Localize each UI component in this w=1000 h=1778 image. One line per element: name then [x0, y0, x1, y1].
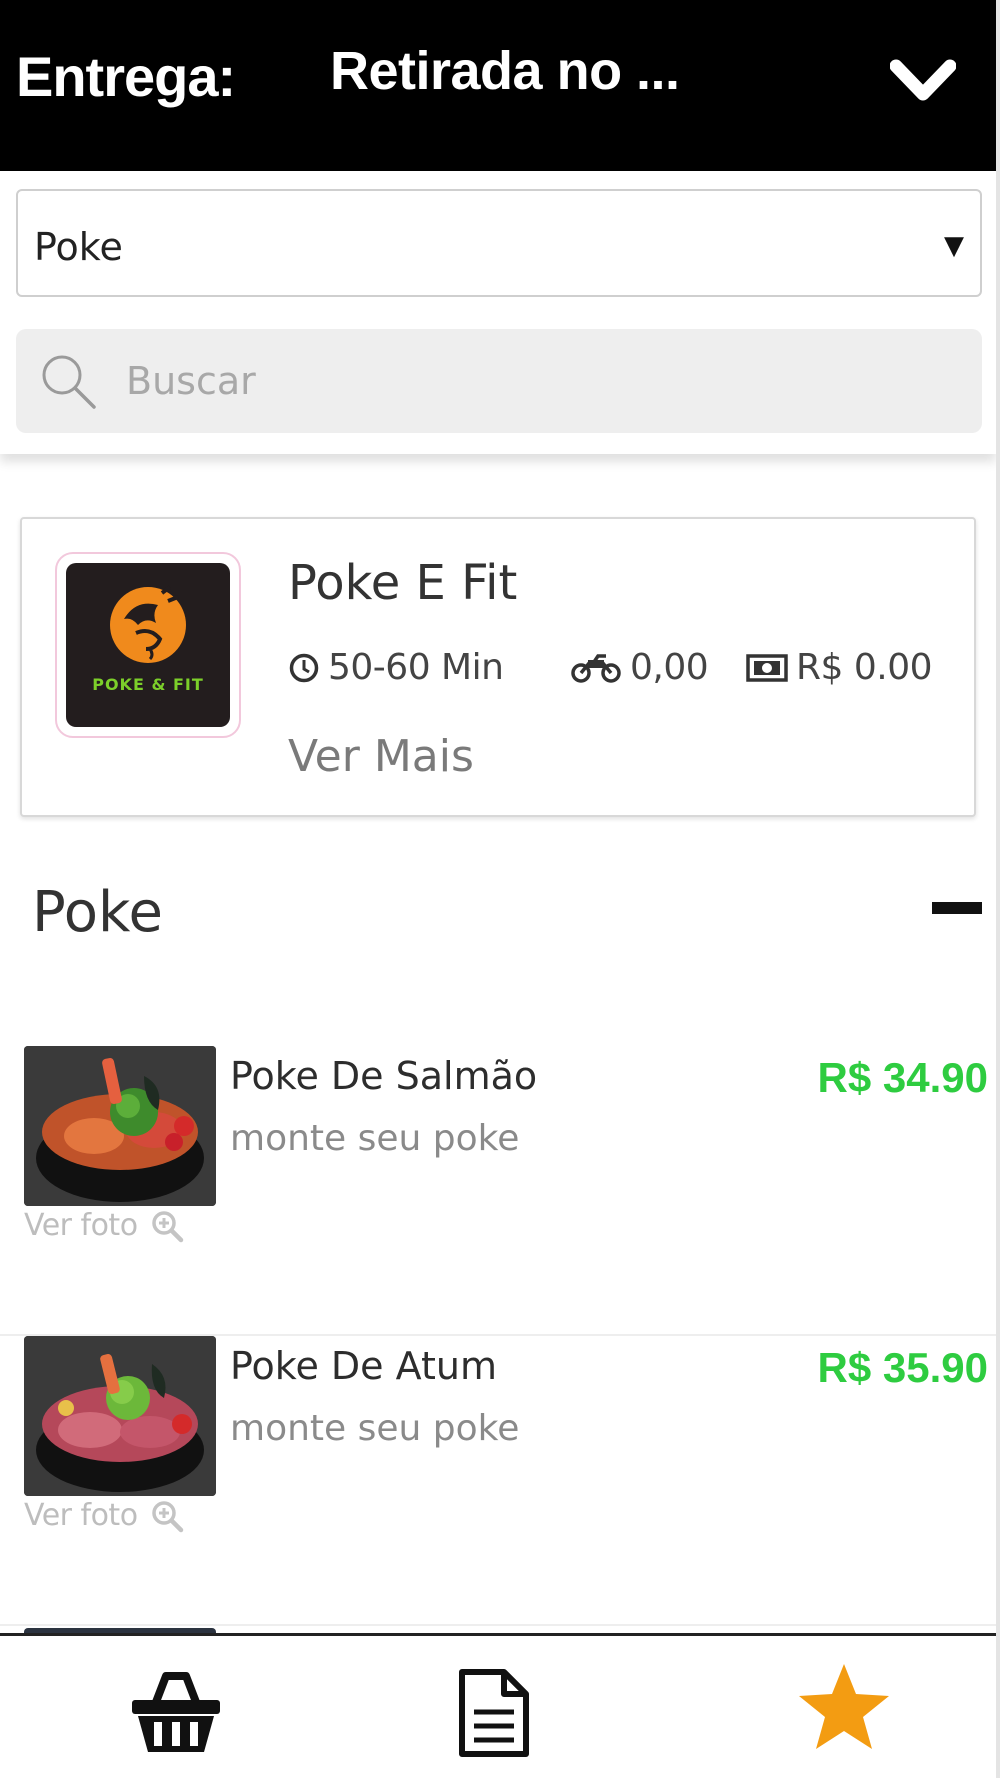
delivery-mode-value[interactable]: Retirada no ... — [330, 40, 680, 102]
zoom-in-icon — [151, 1210, 183, 1242]
delivery-time: 50-60 Min — [288, 647, 504, 688]
minimum-order: R$ 0.00 — [746, 647, 933, 688]
product-image[interactable] — [24, 1336, 216, 1496]
store-logo-text: POKE & FIT — [92, 675, 204, 694]
search-box[interactable] — [16, 329, 982, 433]
select-arrow-icon: ▼ — [944, 231, 964, 261]
filter-panel: Poke ▼ — [0, 171, 996, 454]
document-icon[interactable] — [456, 1668, 532, 1758]
section-title: Poke — [32, 880, 163, 945]
store-logo: POKE & FIT — [66, 563, 230, 727]
zoom-in-icon — [151, 1500, 183, 1532]
minus-icon[interactable] — [932, 902, 982, 914]
product-name: Poke De Salmão — [230, 1054, 538, 1098]
product-price: R$ 35.90 — [817, 1344, 988, 1391]
product-item[interactable]: Ver foto Poke De Salmão monte seu poke R… — [0, 1046, 996, 1336]
store-logo-art — [110, 585, 186, 663]
tuna-poke-photo — [24, 1336, 216, 1496]
minimum-order-value: R$ 0.00 — [796, 647, 933, 688]
delivery-time-value: 50-60 Min — [328, 647, 504, 688]
category-select[interactable]: Poke ▼ — [16, 189, 982, 297]
view-photo-link[interactable]: Ver foto — [24, 1208, 184, 1243]
see-more-link[interactable]: Ver Mais — [288, 731, 474, 782]
view-photo-label: Ver foto — [24, 1498, 138, 1533]
star-icon[interactable] — [796, 1662, 892, 1752]
delivery-header[interactable]: Entrega: Retirada no ... — [0, 0, 996, 171]
product-name: Poke De Atum — [230, 1344, 497, 1388]
basket-icon[interactable] — [128, 1668, 224, 1758]
product-description: monte seu poke — [230, 1408, 520, 1449]
motorcycle-icon — [571, 653, 621, 683]
scrollbar-edge — [996, 0, 1000, 1778]
chevron-down-icon[interactable] — [890, 54, 956, 106]
delivery-label: Entrega: — [16, 45, 236, 108]
product-image[interactable] — [24, 1046, 216, 1206]
salmon-poke-photo — [24, 1046, 216, 1206]
app-screen: Entrega: Retirada no ... Poke ▼ Buscar P… — [0, 0, 1000, 1778]
store-name: Poke E Fit — [288, 555, 518, 611]
money-icon — [746, 653, 788, 682]
bottom-navigation — [0, 1633, 996, 1778]
store-logo-frame: POKE & FIT — [55, 552, 241, 738]
product-item[interactable]: Ver foto Poke De Atum monte seu poke R$ … — [0, 1336, 996, 1626]
view-photo-link[interactable]: Ver foto — [24, 1498, 184, 1533]
category-select-value: Poke — [34, 225, 123, 269]
search-icon — [42, 355, 96, 409]
product-price: R$ 34.90 — [817, 1054, 988, 1101]
store-card[interactable]: POKE & FIT Poke E Fit 50-60 Min 0,00 R$ … — [20, 517, 976, 817]
view-photo-label: Ver foto — [24, 1208, 138, 1243]
delivery-fee-value: 0,00 — [630, 647, 709, 688]
search-input[interactable] — [126, 351, 946, 411]
product-description: monte seu poke — [230, 1118, 520, 1159]
delivery-fee: 0,00 — [570, 647, 709, 688]
clock-icon — [289, 653, 319, 682]
